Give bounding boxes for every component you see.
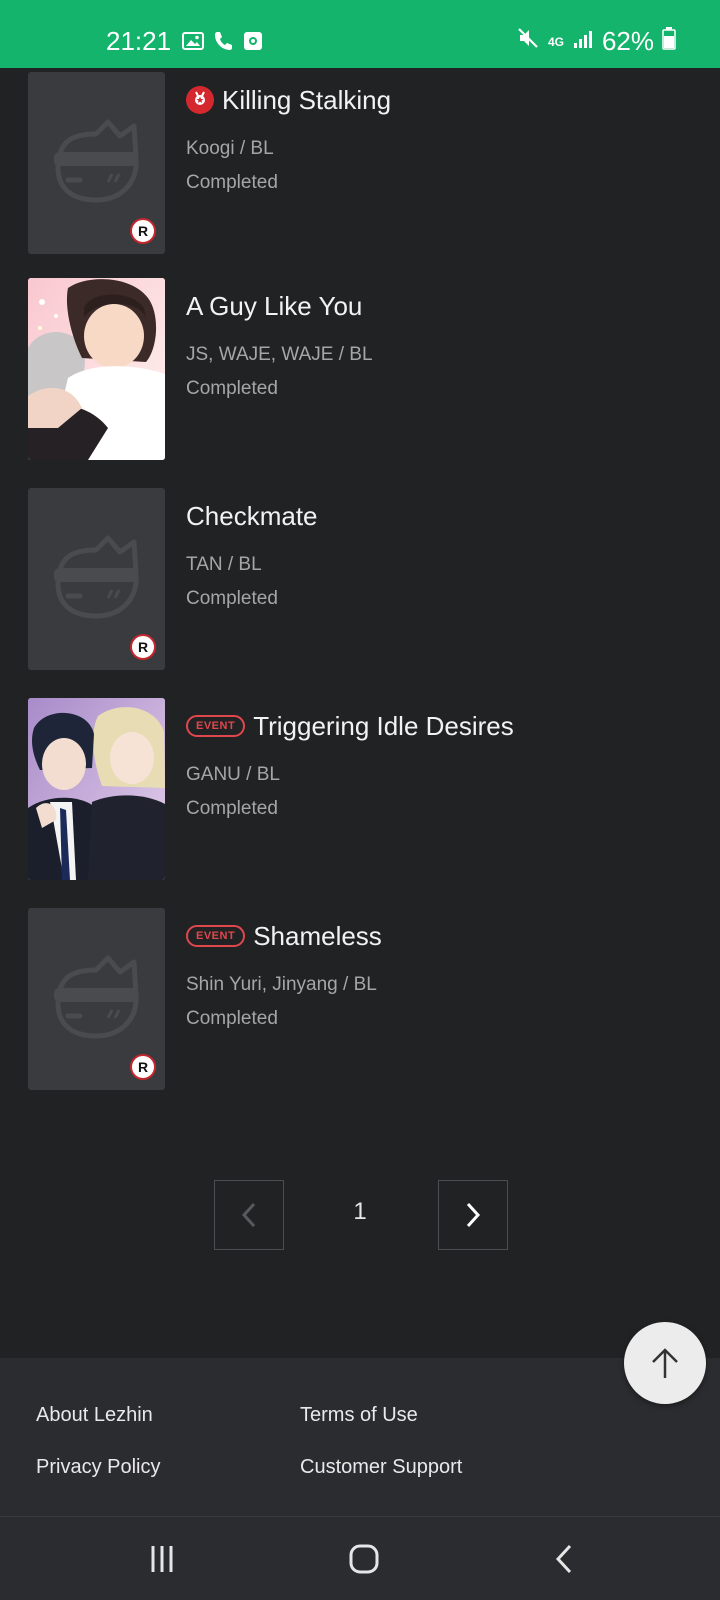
award-icon xyxy=(186,86,214,114)
comic-status: Completed xyxy=(186,1008,278,1029)
pagination: 1 xyxy=(0,1180,720,1250)
screen-record-icon xyxy=(242,30,264,57)
comic-thumbnail[interactable] xyxy=(28,278,165,460)
list-item[interactable]: EVENT Triggering Idle Desires GANU / BL … xyxy=(28,698,692,880)
cat-placeholder-icon xyxy=(54,535,139,619)
event-badge: EVENT xyxy=(186,715,246,737)
back-button[interactable] xyxy=(534,1535,594,1583)
image-icon xyxy=(182,30,204,57)
comic-status: Completed xyxy=(186,172,278,193)
rating-badge: R xyxy=(130,634,156,660)
mute-icon xyxy=(516,26,540,57)
event-badge: EVENT xyxy=(186,925,246,947)
list-item[interactable]: R Killing Stalking Koogi / BL Completed xyxy=(28,72,692,254)
terms-link[interactable]: Terms of Use xyxy=(300,1404,418,1427)
rating-badge: R xyxy=(130,218,156,244)
status-bar: 21:21 4G 62% xyxy=(0,0,720,68)
cat-placeholder-icon xyxy=(54,119,139,203)
comic-title[interactable]: Shameless xyxy=(253,921,382,952)
privacy-link[interactable]: Privacy Policy xyxy=(36,1456,160,1479)
comic-info: EVENT Shameless Shin Yuri, Jinyang / BL … xyxy=(186,908,686,1036)
footer: About Lezhin Terms of Use Privacy Policy… xyxy=(0,1358,720,1516)
comic-info: A Guy Like You JS, WAJE, WAJE / BL Compl… xyxy=(186,278,686,406)
recents-icon xyxy=(151,1546,173,1572)
about-link[interactable]: About Lezhin xyxy=(36,1404,153,1427)
comic-thumbnail-placeholder[interactable]: R xyxy=(28,72,165,254)
home-button[interactable] xyxy=(334,1535,394,1583)
comic-info: Checkmate TAN / BL Completed xyxy=(186,488,686,616)
list-item[interactable]: A Guy Like You JS, WAJE, WAJE / BL Compl… xyxy=(28,278,692,460)
comic-authors-genre: Shin Yuri, Jinyang / BL xyxy=(186,974,377,995)
signal-icon xyxy=(572,26,594,57)
comic-thumbnail-placeholder[interactable]: R xyxy=(28,908,165,1090)
home-icon xyxy=(349,1544,379,1574)
system-nav-bar xyxy=(0,1516,720,1600)
arrow-up-icon xyxy=(652,1348,678,1378)
prev-page-button[interactable] xyxy=(214,1180,284,1250)
rating-badge: R xyxy=(130,1054,156,1080)
comic-list: R Killing Stalking Koogi / BL Completed xyxy=(0,68,720,1358)
cat-placeholder-icon xyxy=(54,955,139,1039)
cover-art xyxy=(28,698,165,880)
chevron-right-icon xyxy=(466,1202,481,1228)
list-item[interactable]: R Checkmate TAN / BL Completed xyxy=(28,488,692,670)
comic-thumbnail[interactable] xyxy=(28,698,165,880)
comic-info: Killing Stalking Koogi / BL Completed xyxy=(186,72,686,200)
status-time: 21:21 xyxy=(106,26,172,56)
battery-level: 62% xyxy=(601,26,654,56)
comic-thumbnail-placeholder[interactable]: R xyxy=(28,488,165,670)
phone-icon xyxy=(212,30,234,57)
comic-title[interactable]: Triggering Idle Desires xyxy=(253,711,514,742)
comic-authors-genre: TAN / BL xyxy=(186,554,262,575)
battery-icon xyxy=(662,26,676,57)
next-page-button[interactable] xyxy=(438,1180,508,1250)
comic-title[interactable]: A Guy Like You xyxy=(186,291,362,322)
comic-authors-genre: JS, WAJE, WAJE / BL xyxy=(186,344,373,365)
comic-info: EVENT Triggering Idle Desires GANU / BL … xyxy=(186,698,686,826)
comic-title[interactable]: Killing Stalking xyxy=(222,85,391,116)
comic-authors-genre: Koogi / BL xyxy=(186,138,274,159)
current-page-number[interactable]: 1 xyxy=(340,1198,380,1226)
recents-button[interactable] xyxy=(132,1535,192,1583)
cover-art xyxy=(28,278,165,460)
comic-status: Completed xyxy=(186,378,278,399)
back-icon xyxy=(555,1544,572,1574)
comic-status: Completed xyxy=(186,588,278,609)
comic-authors-genre: GANU / BL xyxy=(186,764,280,785)
comic-title[interactable]: Checkmate xyxy=(186,501,318,532)
list-item[interactable]: R EVENT Shameless Shin Yuri, Jinyang / B… xyxy=(28,908,692,1090)
comic-status: Completed xyxy=(186,798,278,819)
network-type: 4G xyxy=(547,34,564,49)
scroll-to-top-button[interactable] xyxy=(624,1322,706,1404)
support-link[interactable]: Customer Support xyxy=(300,1456,462,1479)
chevron-left-icon xyxy=(241,1202,256,1228)
